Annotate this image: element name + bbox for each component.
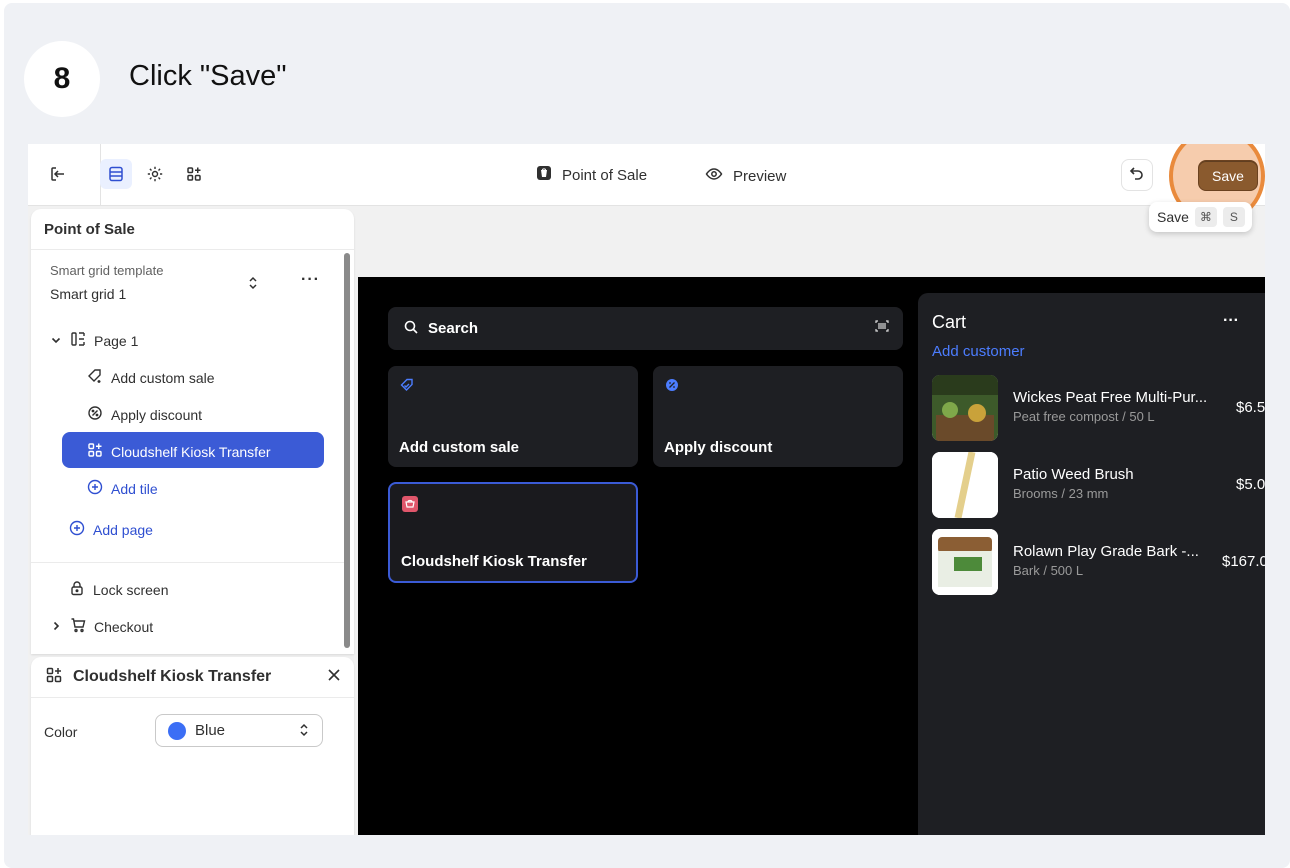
page-icon	[70, 331, 86, 350]
app-screenshot: Point of Sale Preview Save Save ⌘ S Poin…	[28, 144, 1265, 835]
pos-tile-cloudshelf[interactable]: Cloudshelf Kiosk Transfer	[388, 482, 638, 583]
tile-label: Apply discount	[664, 439, 773, 456]
item-variant: Peat free compost / 50 L	[1013, 409, 1155, 424]
sections-sidebar: Point of Sale Smart grid template Smart …	[31, 209, 354, 654]
pos-search-bar[interactable]: Search	[388, 307, 903, 350]
cart-title: Cart	[932, 312, 967, 332]
item-price: $167.0	[1222, 553, 1265, 570]
tile-label: Add custom sale	[399, 439, 520, 456]
search-icon	[404, 320, 418, 338]
tree-page-1[interactable]: Page 1	[50, 331, 138, 350]
chevron-updown-icon	[298, 722, 310, 741]
chevron-right-icon	[50, 619, 62, 635]
close-icon[interactable]	[326, 666, 342, 689]
tree-item-apply-discount[interactable]: Apply discount	[87, 405, 202, 424]
template-label: Smart grid template	[50, 263, 164, 278]
tooltip-label: Save	[1157, 209, 1189, 225]
item-name: Patio Weed Brush	[1013, 466, 1134, 483]
plus-circle-icon	[69, 520, 85, 539]
chevron-down-icon	[50, 333, 62, 349]
item-name: Rolawn Play Grade Bark -...	[1013, 543, 1199, 560]
shortcut-cmd-key: ⌘	[1194, 207, 1217, 227]
add-tile-label: Add tile	[111, 480, 158, 497]
divider	[31, 562, 344, 563]
preview-label: Preview	[733, 167, 787, 185]
undo-button[interactable]	[1121, 159, 1153, 191]
gear-icon[interactable]	[143, 162, 167, 186]
shopify-bag-icon	[536, 165, 552, 185]
save-tooltip: Save ⌘ S	[1149, 202, 1252, 232]
tile-panel-title: Cloudshelf Kiosk Transfer	[73, 668, 272, 685]
sidebar-title: Point of Sale	[31, 209, 354, 250]
cart-line-item[interactable]: Wickes Peat Free Multi-Pur... Peat free …	[932, 375, 1265, 441]
color-swatch	[168, 721, 186, 740]
item-variant: Bark / 500 L	[1013, 563, 1084, 578]
tag-plus-icon	[87, 368, 103, 387]
template-value[interactable]: Smart grid 1	[50, 286, 126, 302]
discount-icon	[87, 405, 103, 424]
pos-tile-apply-discount[interactable]: Apply discount	[653, 366, 903, 467]
cart-line-item[interactable]: Rolawn Play Grade Bark -... Bark / 500 L…	[932, 529, 1265, 595]
step-title: Click "Save"	[129, 60, 287, 92]
step-number: 8	[24, 41, 100, 117]
item-name: Wickes Peat Free Multi-Pur...	[1013, 389, 1208, 406]
add-customer-link[interactable]: Add customer	[932, 343, 1025, 360]
product-thumbnail	[932, 452, 998, 518]
tree-item-label: Add custom sale	[111, 369, 215, 386]
cart-icon	[70, 617, 86, 636]
layout-icon[interactable]	[104, 162, 128, 186]
color-value: Blue	[195, 722, 226, 739]
save-button[interactable]: Save	[1198, 160, 1258, 191]
item-price: $6.5	[1236, 399, 1265, 416]
add-page-label: Add page	[93, 521, 153, 538]
undo-icon	[1129, 165, 1145, 186]
tile-settings-panel: Cloudshelf Kiosk Transfer Color Blue	[31, 657, 354, 835]
more-options-icon[interactable]: ···	[301, 271, 320, 289]
add-page-button[interactable]: Add page	[69, 520, 153, 539]
channel-label: Point of Sale	[562, 166, 648, 184]
page-label: Page 1	[94, 332, 139, 349]
color-label: Color	[44, 724, 78, 740]
search-placeholder: Search	[428, 320, 479, 337]
apps-icon	[87, 442, 103, 461]
more-options-icon[interactable]: ···	[1223, 312, 1239, 330]
tree-item-checkout[interactable]: Checkout	[50, 617, 153, 636]
tree-item-cloudshelf[interactable]: Cloudshelf Kiosk Transfer	[87, 442, 271, 461]
eye-icon	[705, 165, 723, 187]
editor-topbar: Point of Sale Preview Save	[28, 144, 1265, 224]
item-price: $5.0	[1236, 476, 1265, 493]
chevron-updown-icon[interactable]	[247, 275, 259, 294]
checkout-label: Checkout	[94, 618, 154, 635]
tree-item-label: Cloudshelf Kiosk Transfer	[111, 443, 271, 460]
cart-line-item[interactable]: Patio Weed Brush Brooms / 23 mm $5.0	[932, 452, 1265, 518]
add-tile-button[interactable]: Add tile	[87, 479, 158, 498]
tag-check-icon	[400, 378, 416, 394]
discount-badge-icon	[665, 378, 681, 394]
exit-icon[interactable]	[46, 162, 70, 186]
color-select[interactable]: Blue	[155, 714, 323, 747]
item-variant: Brooms / 23 mm	[1013, 486, 1109, 501]
preview-button[interactable]: Preview	[705, 165, 786, 187]
barcode-scan-icon[interactable]	[875, 320, 889, 335]
channel-selector[interactable]: Point of Sale	[536, 165, 647, 185]
apps-icon	[45, 666, 63, 689]
shortcut-s-key: S	[1222, 207, 1245, 227]
apps-icon[interactable]	[182, 162, 206, 186]
pos-tile-add-custom-sale[interactable]: Add custom sale	[388, 366, 638, 467]
tree-item-lock-screen[interactable]: Lock screen	[69, 580, 168, 599]
product-thumbnail	[932, 529, 998, 595]
tree-item-add-custom-sale[interactable]: Add custom sale	[87, 368, 215, 387]
product-thumbnail	[932, 375, 998, 441]
lock-screen-label: Lock screen	[93, 581, 169, 598]
pos-preview: Search Add custom sale Apply discount Cl…	[358, 277, 1265, 835]
cloudshelf-app-icon	[402, 496, 418, 512]
cart-panel: Cart ··· Add customer Wickes Peat Free M…	[918, 293, 1265, 835]
tile-label: Cloudshelf Kiosk Transfer	[401, 553, 587, 570]
sidebar-scrollbar[interactable]	[344, 253, 350, 648]
plus-circle-icon	[87, 479, 103, 498]
tree-item-label: Apply discount	[111, 406, 203, 423]
lock-icon	[69, 580, 85, 599]
tile-panel-header: Cloudshelf Kiosk Transfer	[31, 657, 354, 698]
